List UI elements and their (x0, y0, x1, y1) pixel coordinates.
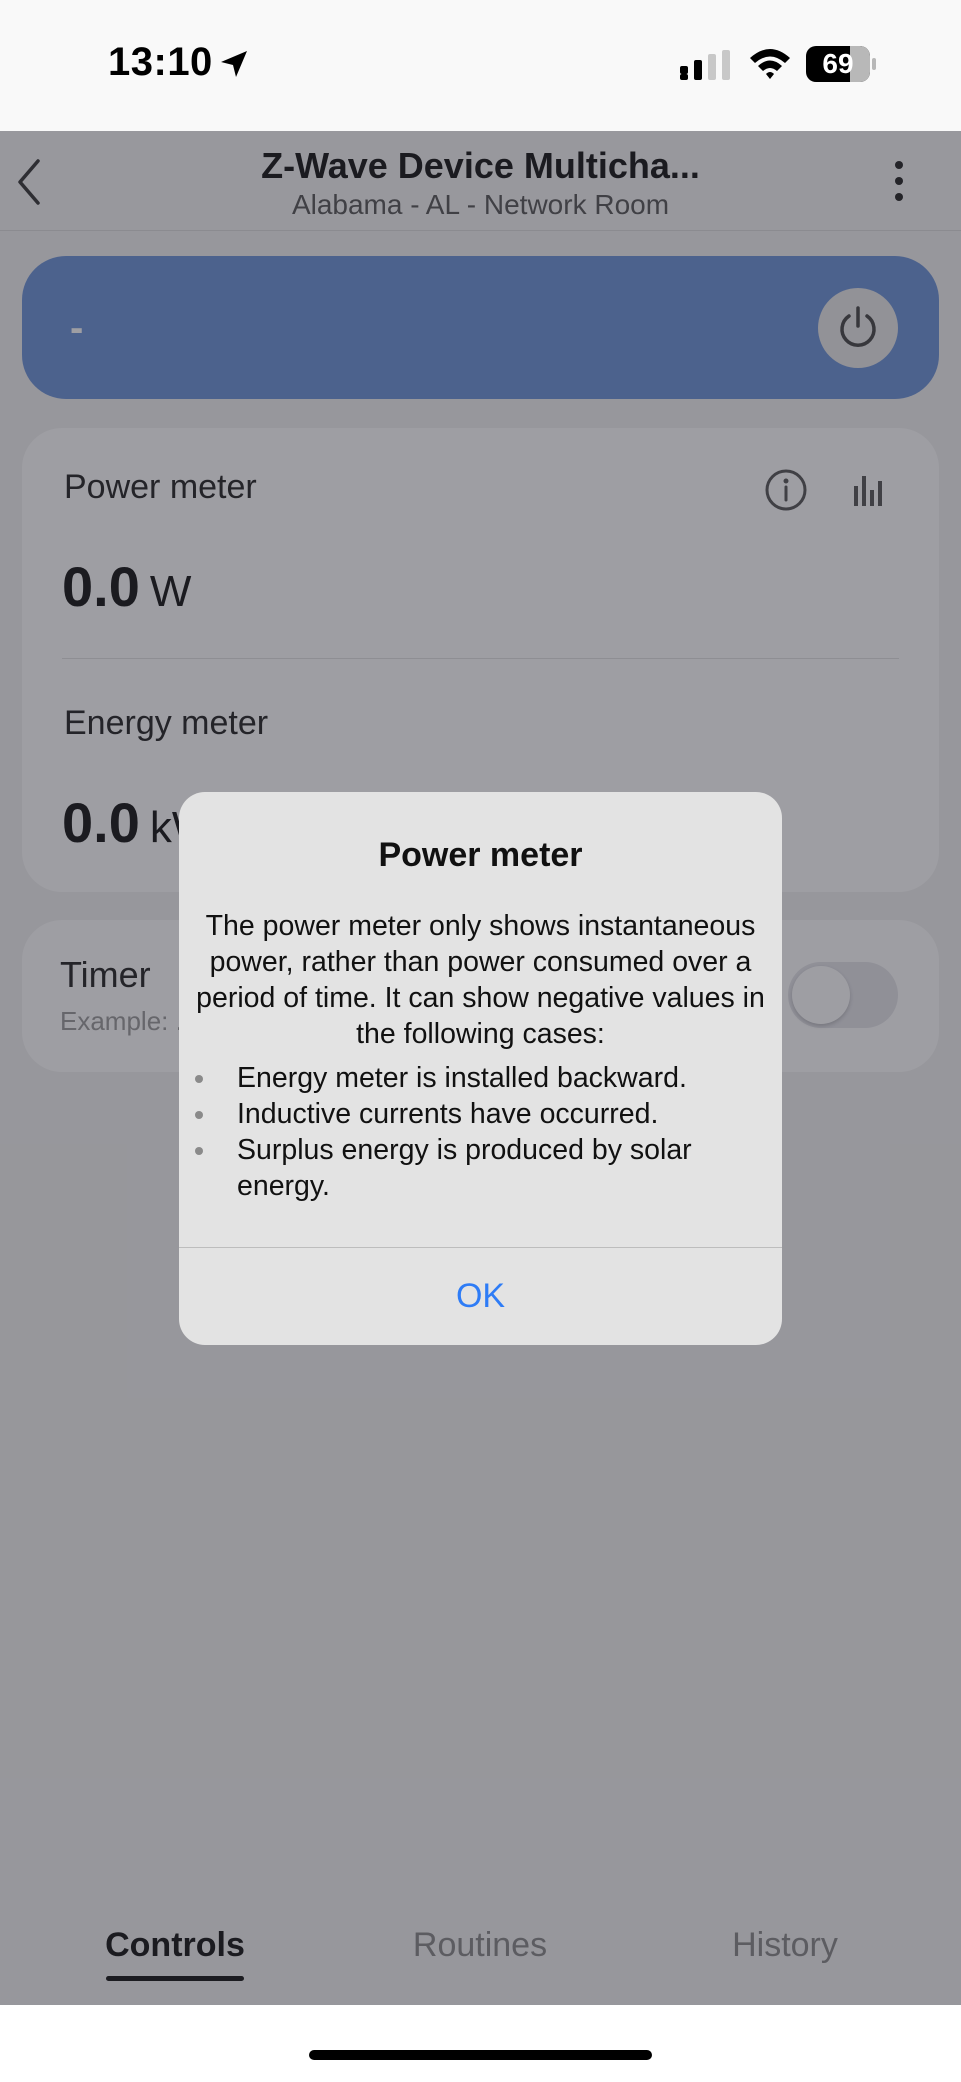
location-arrow-icon (221, 51, 247, 77)
status-bar: 13:10 69 (0, 0, 961, 131)
screen: 13:10 69 Z-Wave Device Multicha... Alaba… (0, 0, 961, 2082)
battery-level: 69 (822, 48, 854, 79)
status-time: 13:10 (108, 40, 213, 84)
dialog-message: The power meter only shows instantaneous… (196, 910, 765, 1050)
home-area (0, 2005, 961, 2082)
list-item: Energy meter is installed backward. (179, 1060, 782, 1096)
list-item: Surplus energy is produced by solar ener… (179, 1132, 782, 1204)
list-item: Inductive currents have occurred. (179, 1096, 782, 1132)
power-meter-dialog: Power meter The power meter only shows i… (179, 792, 782, 1345)
wifi-icon (750, 49, 790, 79)
ok-button[interactable]: OK (179, 1248, 782, 1345)
dialog-title: Power meter (378, 836, 583, 874)
home-indicator[interactable] (309, 2050, 652, 2060)
signal-icon (680, 50, 730, 80)
dialog-bullet-list: Energy meter is installed backward. Indu… (179, 1060, 782, 1204)
battery-icon: 69 (806, 46, 876, 82)
